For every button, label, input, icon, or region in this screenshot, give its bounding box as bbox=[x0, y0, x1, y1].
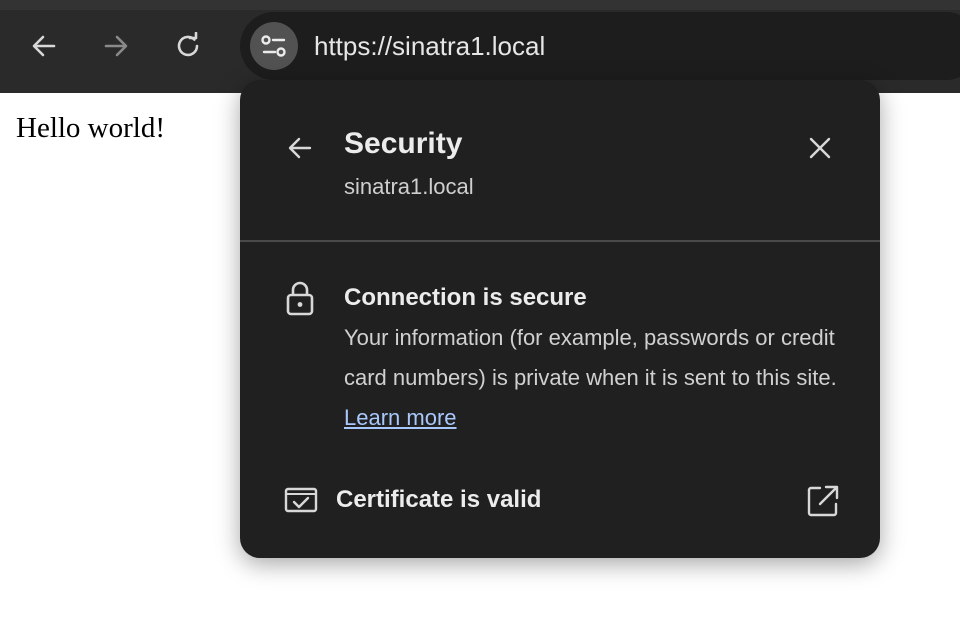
popup-site-name: sinatra1.local bbox=[344, 174, 474, 199]
popup-close-button[interactable] bbox=[800, 128, 840, 168]
address-bar[interactable]: https://sinatra1.local bbox=[240, 12, 960, 80]
security-popup: Security sinatra1.local Connection is se… bbox=[240, 80, 880, 558]
external-link-icon[interactable] bbox=[806, 484, 840, 518]
arrow-left-icon bbox=[288, 137, 312, 159]
connection-description: Your information (for example, passwords… bbox=[344, 318, 844, 438]
popup-title: Security bbox=[344, 127, 463, 160]
learn-more-link[interactable]: Learn more bbox=[344, 405, 457, 430]
page-body-text: Hello world! bbox=[16, 112, 165, 144]
site-info-button[interactable] bbox=[250, 22, 298, 70]
reload-button[interactable] bbox=[168, 26, 208, 66]
lock-icon bbox=[286, 281, 314, 316]
certificate-icon bbox=[284, 487, 318, 513]
connection-status-title: Connection is secure bbox=[344, 284, 587, 311]
forward-button[interactable] bbox=[96, 26, 136, 66]
connection-description-text: Your information (for example, passwords… bbox=[344, 325, 837, 390]
tune-icon bbox=[261, 35, 286, 57]
popup-back-button[interactable] bbox=[280, 128, 320, 168]
arrow-left-icon bbox=[32, 35, 56, 57]
close-icon bbox=[809, 137, 831, 159]
back-button[interactable] bbox=[24, 26, 64, 66]
certificate-label: Certificate is valid bbox=[336, 486, 542, 513]
arrow-right-icon bbox=[104, 35, 128, 57]
reload-icon bbox=[177, 32, 199, 57]
tab-strip bbox=[0, 0, 960, 10]
popup-divider bbox=[240, 240, 880, 242]
certificate-row[interactable]: Certificate is valid bbox=[240, 476, 880, 530]
url-text[interactable]: https://sinatra1.local bbox=[314, 28, 545, 64]
